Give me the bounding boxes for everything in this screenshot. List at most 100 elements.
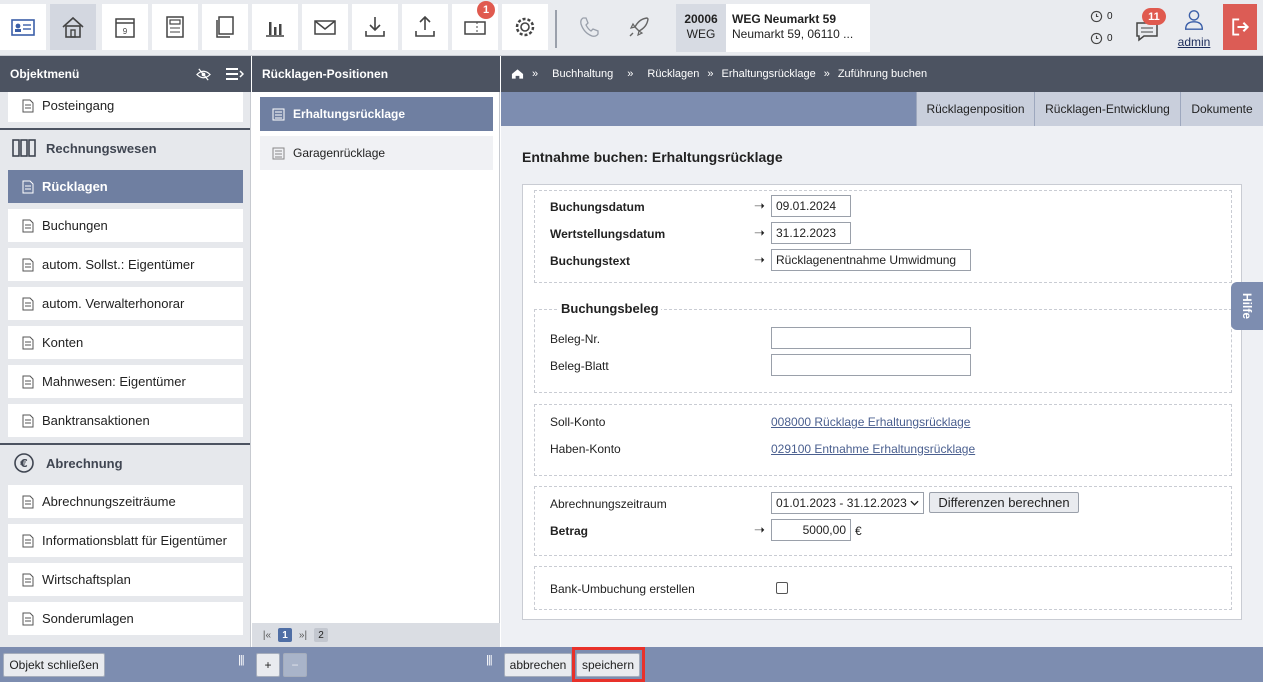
help-tab-label: Hilfe	[1239, 292, 1254, 320]
logout-button[interactable]	[1223, 4, 1257, 50]
breadcrumb-item[interactable]: Rücklagen	[647, 68, 699, 80]
menu-item-konten[interactable]: Konten	[8, 326, 243, 359]
object-id: 20006	[684, 12, 718, 26]
documents-icon	[216, 16, 234, 38]
position-erhaltungsruecklage[interactable]: Erhaltungsrücklage	[260, 97, 493, 131]
download-button[interactable]	[352, 4, 398, 50]
menu-group-abrechnung[interactable]: € Abrechnung	[0, 443, 250, 481]
buchungstext-input[interactable]: Rücklagenentnahme Umwidmung	[771, 249, 971, 271]
menu-list-icon[interactable]	[226, 67, 244, 81]
betrag-input[interactable]: 5000,00	[771, 519, 851, 541]
arrow-right-icon: ➝	[754, 198, 765, 213]
abrechnungszeitraum-select[interactable]: 01.01.2023 - 31.12.2023	[771, 492, 924, 514]
contacts-card-icon-button[interactable]	[0, 4, 46, 50]
breadcrumb-item[interactable]: Erhaltungsrücklage	[722, 68, 816, 80]
gear-icon	[515, 17, 535, 37]
user-clock-icon	[1090, 32, 1103, 45]
wertstellungsdatum-input[interactable]: 31.12.2023	[771, 222, 851, 244]
tickets-button[interactable]: 1	[452, 1, 498, 50]
chevron-down-icon	[910, 500, 919, 506]
svg-text:€: €	[19, 457, 28, 470]
tab-ruecklagenposition[interactable]: Rücklagenposition	[916, 92, 1034, 126]
visibility-toggle-icon[interactable]	[196, 67, 211, 82]
positions-list: Erhaltungsrücklage Garagenrücklage	[252, 92, 500, 623]
menu-item-label: Abrechnungszeiträume	[42, 494, 176, 509]
rocket-button[interactable]	[616, 4, 662, 50]
menu-item-wirtschaftsplan[interactable]: Wirtschaftsplan	[8, 563, 243, 596]
buchungsdatum-input[interactable]: 09.01.2024	[771, 195, 851, 217]
pager-page-2[interactable]: 2	[314, 628, 328, 642]
help-tab[interactable]: Hilfe	[1231, 282, 1263, 330]
upload-button[interactable]	[402, 4, 448, 50]
menu-item-label: autom. Sollst.: Eigentümer	[42, 257, 195, 272]
bank-umbuchung-checkbox[interactable]	[776, 582, 788, 594]
soll-konto-link[interactable]: 008000 Rücklage Erhaltungsrücklage	[771, 415, 970, 429]
menu-item-label: Buchungen	[42, 218, 108, 233]
home-button[interactable]	[50, 4, 96, 50]
haben-konto-label: Haben-Konto	[550, 442, 621, 456]
user-menu[interactable]: admin	[1172, 8, 1216, 50]
reminder-counter-1[interactable]: 0	[1090, 10, 1113, 23]
tab-dokumente[interactable]: Dokumente	[1180, 92, 1263, 126]
messages-badge: 11	[1142, 8, 1166, 25]
resize-grip-icon[interactable]: |||	[486, 654, 493, 666]
menu-group-rechnungswesen[interactable]: Rechnungswesen	[0, 128, 250, 166]
reminder-count-1: 0	[1107, 11, 1113, 22]
remove-button[interactable]: −	[283, 653, 307, 677]
add-button[interactable]: +	[256, 653, 280, 677]
calculator-button[interactable]	[152, 4, 198, 50]
calendar-icon: 9	[115, 18, 135, 38]
logout-icon	[1232, 18, 1250, 36]
object-name-box[interactable]: WEG Neumarkt 59 Neumarkt 59, 06110 ...	[726, 4, 870, 52]
pager-first[interactable]: |«	[260, 628, 274, 642]
menu-item-abrechnungszeitraeume[interactable]: Abrechnungszeiträume	[8, 485, 243, 518]
object-id-box[interactable]: 20006 WEG	[676, 4, 726, 52]
reminder-counter-2[interactable]: 0	[1090, 32, 1113, 45]
close-object-button[interactable]: Objekt schließen	[3, 653, 105, 677]
buchungstext-label: Buchungstext	[550, 254, 631, 268]
breadcrumb-item[interactable]: Buchhaltung	[552, 68, 613, 80]
tab-ruecklagen-entwicklung[interactable]: Rücklagen-Entwicklung	[1034, 92, 1180, 126]
mail-button[interactable]	[302, 4, 348, 50]
contact-card-icon	[11, 19, 35, 36]
download-icon	[365, 17, 385, 37]
statistics-button[interactable]	[252, 4, 298, 50]
menu-item-verwalterhonorar[interactable]: autom. Verwalterhonorar	[8, 287, 243, 320]
object-title: WEG Neumarkt 59	[732, 12, 837, 26]
position-label: Erhaltungsrücklage	[293, 107, 406, 121]
menu-item-buchungen[interactable]: Buchungen	[8, 209, 243, 242]
haben-konto-link[interactable]: 029100 Entnahme Erhaltungsrücklage	[771, 442, 975, 456]
calendar-button[interactable]: 9	[102, 4, 148, 50]
phone-button[interactable]	[566, 4, 612, 50]
menu-item-posteingang[interactable]: Posteingang	[8, 92, 243, 122]
menu-item-sonderumlagen[interactable]: Sonderumlagen	[8, 602, 243, 635]
documents-button[interactable]	[202, 4, 248, 50]
document-icon	[22, 375, 34, 388]
menu-item-label: autom. Verwalterhonorar	[42, 296, 185, 311]
ledger-icon	[272, 147, 285, 159]
menu-item-informationsblatt[interactable]: Informationsblatt für Eigentümer	[8, 524, 243, 557]
arrow-right-icon: ➝	[754, 225, 765, 240]
pager-last[interactable]: »|	[296, 628, 310, 642]
home-icon[interactable]	[511, 68, 524, 80]
user-name[interactable]: admin	[1178, 35, 1211, 49]
beleg-blatt-input[interactable]	[771, 354, 971, 376]
document-icon	[22, 414, 34, 427]
position-garagenruecklage[interactable]: Garagenrücklage	[260, 136, 493, 170]
menu-item-banktransaktionen[interactable]: Banktransaktionen	[8, 404, 243, 437]
menu-item-mahnwesen[interactable]: Mahnwesen: Eigentümer	[8, 365, 243, 398]
resize-grip-icon[interactable]: |||	[238, 654, 245, 666]
document-icon	[22, 573, 34, 586]
breadcrumb-current: Zuführung buchen	[837, 68, 928, 80]
menu-item-ruecklagen[interactable]: Rücklagen	[8, 170, 243, 203]
menu-item-autom-sollst[interactable]: autom. Sollst.: Eigentümer	[8, 248, 243, 281]
object-type: WEG	[686, 27, 716, 41]
cancel-button[interactable]: abbrechen	[504, 653, 572, 677]
pager-current[interactable]: 1	[278, 628, 292, 642]
position-label: Garagenrücklage	[293, 146, 386, 160]
differenzen-berechnen-button[interactable]: Differenzen berechnen	[929, 492, 1079, 513]
document-icon	[22, 99, 34, 112]
tab-bar: Rücklagenposition Rücklagen-Entwicklung …	[501, 92, 1263, 126]
settings-button[interactable]	[502, 4, 548, 50]
beleg-nr-input[interactable]	[771, 327, 971, 349]
